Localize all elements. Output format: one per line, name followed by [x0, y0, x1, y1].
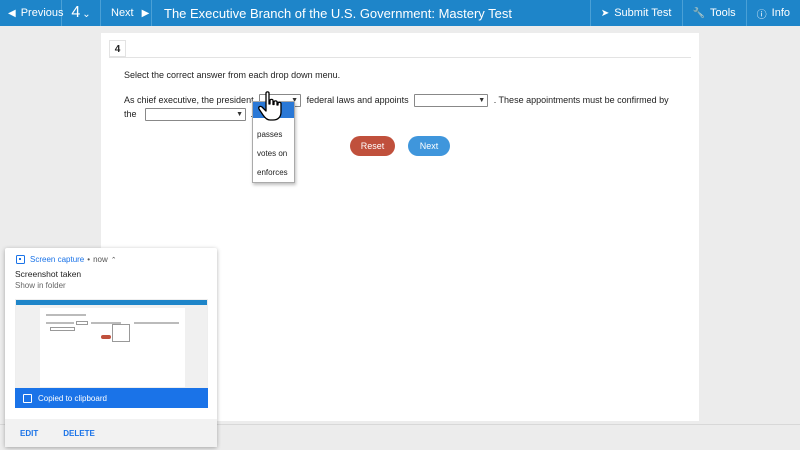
notification-actions: EDIT DELETE: [5, 419, 217, 447]
question-number: 4: [71, 4, 81, 21]
dropdown-3[interactable]: ▼: [145, 108, 247, 122]
sentence-part-4: the: [124, 109, 137, 119]
show-in-folder-link[interactable]: Show in folder: [15, 281, 66, 290]
screen-capture-icon: [16, 255, 25, 264]
notification-time: now: [93, 255, 108, 264]
thumbnail-card: [40, 308, 185, 387]
thumbnail-dropdown: [112, 324, 130, 342]
thumbnail-select-box: [76, 321, 88, 325]
thumbnail-reset-button: [101, 335, 111, 339]
top-toolbar: ◀ Previous 4 ⌄ Next ▶ The Executive Bran…: [0, 0, 800, 26]
chevron-down-icon: ⌄: [82, 8, 91, 20]
chevron-up-icon[interactable]: ⌃: [111, 256, 117, 264]
clipboard-icon: [23, 393, 32, 403]
question-number-badge: 4: [109, 40, 126, 57]
copied-to-clipboard-bar: Copied to clipboard: [15, 388, 208, 408]
submit-test-button[interactable]: ➤ Submit Test: [589, 0, 682, 26]
question-divider: [109, 57, 691, 58]
previous-arrow-icon: ◀: [8, 7, 16, 19]
question-instruction: Select the correct answer from each drop…: [124, 70, 341, 80]
notification-title: Screenshot taken: [15, 269, 82, 279]
dropdown-option-passes[interactable]: passes: [257, 130, 282, 139]
dropdown-caret-icon: ▼: [478, 97, 486, 105]
screenshot-thumbnail[interactable]: [15, 299, 208, 388]
tools-button[interactable]: 🔧 Tools: [681, 0, 746, 26]
dropdown-option-enforces[interactable]: enforces: [257, 168, 288, 177]
delete-button[interactable]: DELETE: [63, 429, 95, 438]
notification-app-name: Screen capture: [30, 255, 85, 264]
edit-button[interactable]: EDIT: [20, 429, 38, 438]
next-toolbar-button[interactable]: Next ▶: [101, 0, 152, 26]
thumbnail-select-box: [50, 327, 75, 331]
submit-label: Submit Test: [614, 7, 672, 19]
thumbnail-text-line: [46, 314, 86, 316]
notification-separator: •: [87, 255, 91, 264]
wrench-icon: 🔧: [692, 7, 705, 19]
previous-button[interactable]: ◀ Previous: [0, 0, 64, 26]
submit-icon: ➤: [600, 7, 610, 19]
question-number-selector[interactable]: 4 ⌄: [62, 0, 101, 26]
notification-header: Screen capture • now ⌃: [16, 255, 117, 264]
hand-pointer-icon: [258, 91, 282, 121]
thumbnail-text-line: [134, 322, 179, 324]
toolbar-right-group: ➤ Submit Test 🔧 Tools ⓘ Info: [589, 0, 800, 26]
next-button[interactable]: Next: [408, 136, 450, 156]
reset-button[interactable]: Reset: [350, 136, 395, 156]
info-label: Info: [771, 7, 790, 19]
screenshot-notification: Screen capture • now ⌃ Screenshot taken …: [5, 248, 217, 447]
next-toolbar-label: Next: [111, 7, 134, 19]
clipboard-label: Copied to clipboard: [38, 393, 107, 403]
dropdown-caret-icon: ▼: [236, 111, 244, 119]
sentence-part-2: federal laws and appoints: [306, 95, 409, 105]
thumbnail-text-line: [46, 322, 74, 324]
question-sentence-line-1: As chief executive, the president ▼ fede…: [124, 93, 684, 108]
info-icon: ⓘ: [756, 9, 767, 21]
next-arrow-icon: ▶: [141, 7, 150, 19]
tools-label: Tools: [709, 7, 736, 19]
dropdown-option-votes-on[interactable]: votes on: [257, 149, 287, 158]
test-title: The Executive Branch of the U.S. Governm…: [164, 5, 513, 21]
sentence-part-1: As chief executive, the president: [124, 95, 254, 105]
dropdown-2[interactable]: ▼: [414, 94, 489, 108]
sentence-part-3: . These appointments must be confirmed b…: [493, 95, 669, 105]
previous-label: Previous: [20, 7, 64, 19]
question-sentence-line-2: the ▼ .: [124, 107, 684, 122]
info-button[interactable]: ⓘ Info: [745, 0, 800, 26]
